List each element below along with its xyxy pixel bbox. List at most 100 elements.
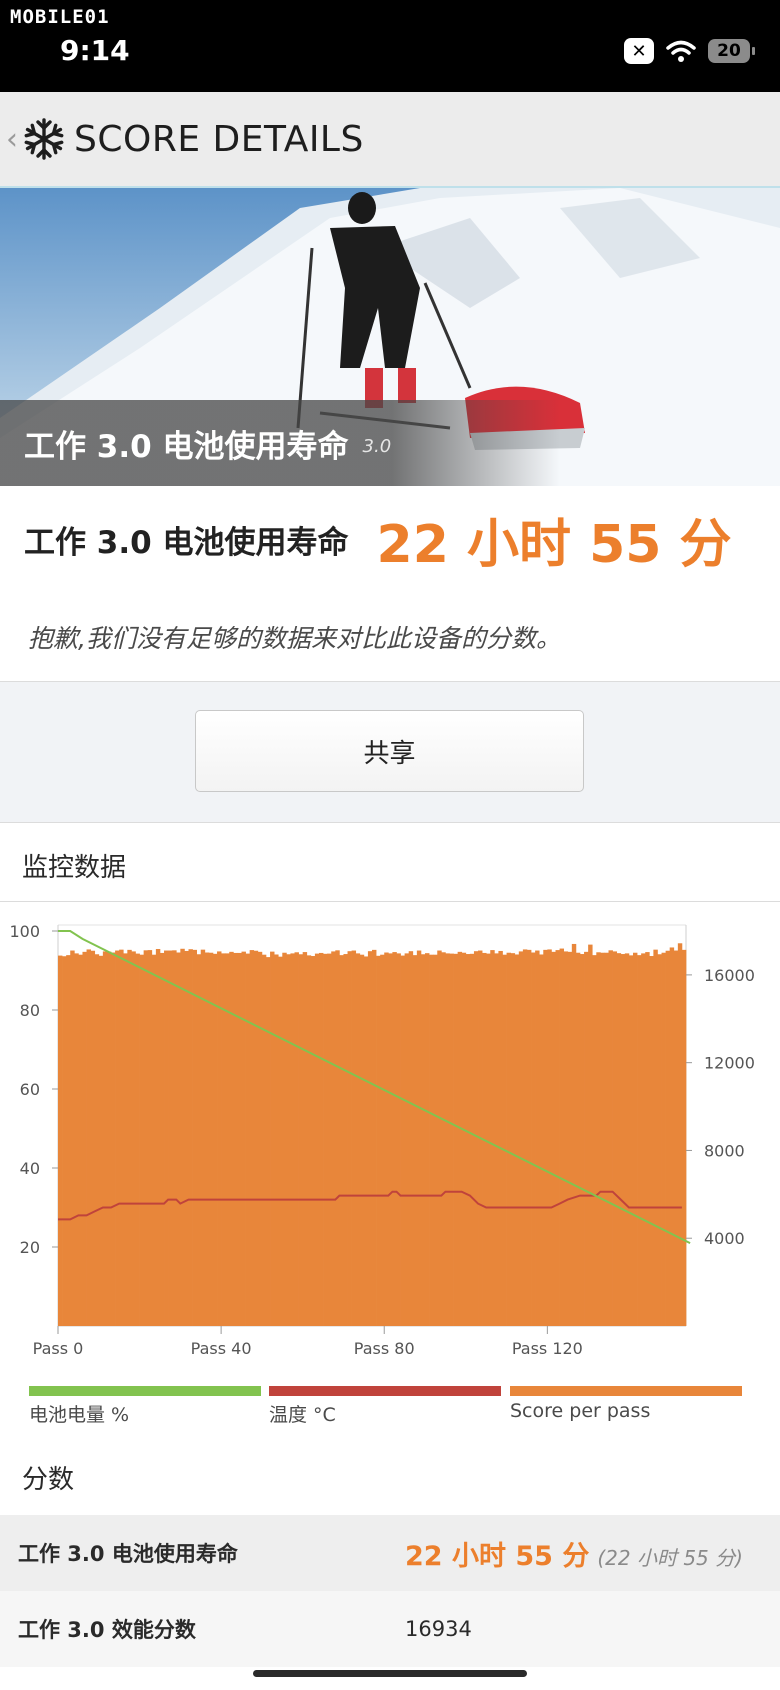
score-bar — [429, 954, 434, 1326]
share-button[interactable]: 共享 — [195, 710, 584, 792]
legend-label-temperature: 温度 °C — [269, 1404, 336, 1426]
legend-label-score: Score per pass — [510, 1400, 651, 1422]
battery-life-sub: (22 小时 55 分) — [597, 1545, 743, 1570]
score-bar — [604, 952, 609, 1326]
score-bar — [539, 954, 544, 1326]
score-bar — [323, 953, 328, 1326]
score-bar — [498, 950, 503, 1326]
score-bar — [416, 950, 422, 1326]
score-bar — [632, 952, 638, 1326]
score-bar — [225, 953, 230, 1326]
x-badge-icon: ✕ — [624, 38, 654, 64]
score-bar — [465, 954, 471, 1326]
score-row-performance: 工作 3.0 效能分数 16934 — [0, 1591, 780, 1667]
hero-banner: 工作 3.0 电池使用寿命 3.0 — [0, 188, 780, 486]
score-bar — [641, 953, 646, 1326]
home-indicator[interactable] — [253, 1670, 527, 1677]
performance-score-value: 16934 — [405, 1617, 472, 1641]
score-bar — [531, 952, 536, 1326]
notice-text: 抱歉,我们没有足够的数据来对比此设备的分数。 — [28, 624, 561, 653]
legend-swatch-battery — [29, 1386, 261, 1396]
score-bar — [188, 949, 193, 1326]
score-bar — [135, 953, 140, 1326]
score-bar — [665, 950, 671, 1326]
score-bar — [66, 955, 71, 1326]
score-bar — [367, 951, 373, 1326]
score-bar — [600, 952, 605, 1326]
score-bar — [592, 955, 597, 1326]
score-bar — [637, 955, 642, 1326]
score-bar — [82, 951, 87, 1326]
page-title: SCORE DETAILS — [74, 118, 364, 160]
snowflake-icon — [22, 118, 66, 160]
score-bar — [612, 951, 618, 1326]
score-bar — [168, 950, 173, 1326]
score-bar — [196, 954, 202, 1326]
score-bar — [318, 952, 324, 1326]
score-bar — [543, 949, 548, 1326]
score-bar — [245, 953, 251, 1326]
score-bar — [608, 950, 613, 1326]
x-tick-label: Pass 40 — [191, 1339, 252, 1358]
score-bar — [396, 953, 401, 1326]
x-tick-label: Pass 80 — [354, 1339, 415, 1358]
score-bar — [111, 952, 116, 1326]
score-bar — [535, 950, 540, 1326]
left-tick-label: 20 — [20, 1238, 40, 1257]
score-bar — [473, 951, 479, 1326]
status-time: 9:14 — [60, 34, 130, 67]
left-tick-label: 80 — [20, 1001, 40, 1020]
score-bar — [408, 951, 414, 1326]
score-bar — [123, 953, 128, 1326]
watermark: MOBILE01 — [10, 6, 110, 28]
score-bar — [400, 955, 405, 1326]
score-bar — [661, 952, 666, 1326]
hero-version: 3.0 — [362, 435, 392, 457]
right-tick-label: 16000 — [704, 966, 755, 985]
score-bar — [184, 950, 189, 1326]
score-bar — [669, 947, 675, 1326]
score-bar — [335, 950, 340, 1326]
score-bar — [673, 950, 679, 1326]
score-bar — [270, 951, 275, 1326]
score-bar — [388, 953, 393, 1326]
score-bar — [376, 955, 381, 1326]
score-bar — [180, 948, 185, 1326]
legend-swatch-score — [510, 1386, 742, 1396]
score-bar — [567, 951, 573, 1326]
score-bar — [339, 955, 344, 1326]
score-bar — [380, 954, 385, 1326]
score-bar — [90, 950, 96, 1326]
score-row-label: 工作 3.0 电池使用寿命 — [18, 1542, 238, 1566]
x-tick-label: Pass 0 — [33, 1339, 84, 1358]
score-bar — [522, 949, 528, 1326]
score-bar — [620, 954, 626, 1326]
score-bar — [208, 952, 214, 1326]
score-bar — [441, 952, 446, 1326]
score-bar — [192, 949, 197, 1326]
score-bar — [653, 949, 658, 1326]
score-bar — [290, 953, 295, 1326]
score-bar — [151, 954, 157, 1326]
score-bar — [616, 953, 622, 1326]
chevron-left-icon[interactable]: ‹ — [6, 122, 18, 157]
score-bar — [469, 953, 475, 1326]
score-bar — [355, 953, 361, 1326]
score-bar — [94, 954, 100, 1326]
score-bar — [241, 951, 246, 1326]
score-bar — [645, 952, 650, 1326]
score-bar — [58, 955, 63, 1326]
score-bar — [584, 951, 589, 1326]
result-value: 22 小时 55 分 — [376, 515, 732, 575]
score-row-value: 22 小时 55 分 (22 小时 55 分) — [405, 1534, 743, 1573]
result-card: 工作 3.0 电池使用寿命 22 小时 55 分 — [0, 486, 780, 594]
score-bar — [115, 950, 120, 1326]
scores-title: 分数 — [22, 1465, 75, 1495]
result-label: 工作 3.0 电池使用寿命 — [24, 525, 349, 561]
score-bar — [571, 943, 577, 1326]
legend-battery: 电池电量 % — [29, 1386, 261, 1427]
status-bar: MOBILE01 9:14 ✕ 20 — [0, 0, 780, 92]
score-bar — [425, 953, 430, 1326]
score-bar — [298, 954, 304, 1326]
score-bar — [437, 950, 442, 1326]
